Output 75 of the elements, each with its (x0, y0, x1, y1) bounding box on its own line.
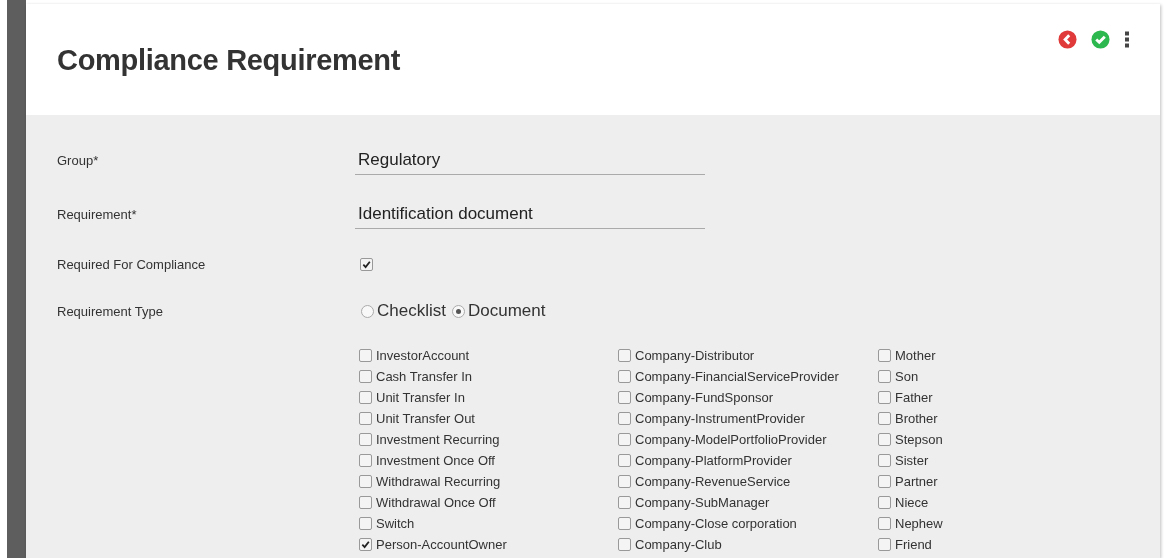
checkbox[interactable] (359, 517, 372, 530)
page-title: Compliance Requirement (57, 44, 401, 77)
input-field[interactable]: Regulatory (355, 145, 705, 175)
checkbox-label: Company-RevenueService (635, 474, 791, 489)
checkbox-label: Stepson (895, 432, 943, 447)
input-field[interactable]: Identification document (355, 199, 705, 229)
radio-label: Document (467, 301, 546, 321)
checkbox[interactable] (618, 454, 631, 467)
checkbox[interactable] (878, 433, 891, 446)
radio-button[interactable] (451, 304, 465, 318)
checkbox[interactable] (359, 538, 372, 551)
checkbox-label: Mother (895, 348, 936, 363)
checkbox[interactable] (359, 475, 372, 488)
radio-label: Checklist (377, 301, 446, 321)
checkbox-label: Company-PlatformProvider (635, 453, 792, 468)
checkbox[interactable] (878, 370, 891, 383)
checkbox-label: Cash Transfer In (376, 369, 473, 384)
checkbox[interactable] (878, 412, 891, 425)
checkbox-label: Sister (895, 453, 929, 468)
checkbox[interactable] (878, 475, 891, 488)
checkbox[interactable] (359, 433, 372, 446)
checkbox[interactable] (359, 496, 372, 509)
checkbox-label: InvestorAccount (376, 348, 470, 363)
checkbox[interactable] (618, 391, 631, 404)
checkbox-label: Investment Once Off (376, 453, 495, 468)
checkbox[interactable] (878, 538, 891, 551)
checkbox[interactable] (618, 370, 631, 383)
checkbox-label: Company-Distributor (635, 348, 755, 363)
checkbox[interactable] (359, 454, 372, 467)
checkbox-label: Brother (895, 411, 938, 426)
checkbox-label: Withdrawal Once Off (376, 495, 496, 510)
checkbox-label: Partner (895, 474, 938, 489)
checkbox-label: Father (895, 390, 933, 405)
back-icon[interactable] (1058, 30, 1077, 49)
checkbox-label: Niece (895, 495, 929, 510)
checkbox[interactable] (618, 412, 631, 425)
checkbox-label: Company-FinancialServiceProvider (635, 369, 839, 384)
checkbox-label: Company-InstrumentProvider (635, 411, 805, 426)
checkbox[interactable] (878, 391, 891, 404)
checkbox[interactable] (878, 517, 891, 530)
checkbox[interactable] (618, 496, 631, 509)
checkbox-label: Investment Recurring (376, 432, 500, 447)
checkbox-label: Company-SubManager (635, 495, 770, 510)
checkbox-label: Unit Transfer Out (376, 411, 475, 426)
checkbox-label: Withdrawal Recurring (376, 474, 501, 489)
checkbox-label: Company-FundSponsor (635, 390, 774, 405)
checkbox-label: Friend (895, 537, 932, 552)
checkbox-label: Switch (376, 516, 415, 531)
checkbox[interactable] (618, 349, 631, 362)
checkbox-label: Company-Club (635, 537, 722, 552)
checkbox-label: Unit Transfer In (376, 390, 465, 405)
checkbox[interactable] (618, 538, 631, 551)
more-icon[interactable] (1124, 31, 1130, 48)
checkbox[interactable] (359, 391, 372, 404)
checkbox[interactable] (618, 475, 631, 488)
checkbox[interactable] (618, 517, 631, 530)
field-label: Group* (57, 152, 100, 168)
checkbox[interactable] (359, 370, 372, 383)
checkbox[interactable] (618, 433, 631, 446)
checkbox[interactable] (359, 412, 372, 425)
field-label: Requirement* (57, 206, 138, 222)
checkbox-label: Company-Close corporation (635, 516, 797, 531)
check-icon[interactable] (1091, 30, 1110, 49)
checkbox-label: Nephew (895, 516, 943, 531)
checkbox-label: Company-ModelPortfolioProvider (635, 432, 827, 447)
field-label: Requirement Type (57, 303, 164, 319)
checkbox[interactable] (359, 349, 372, 362)
checkbox-label: Person-AccountOwner (376, 537, 507, 552)
checkbox[interactable] (878, 496, 891, 509)
checkbox-label: Son (895, 369, 919, 384)
radio-button[interactable] (361, 304, 374, 318)
checkbox[interactable] (878, 349, 891, 362)
field-label: Required For Compliance (57, 256, 207, 272)
checkbox[interactable] (878, 454, 891, 467)
checkbox[interactable] (360, 257, 373, 271)
